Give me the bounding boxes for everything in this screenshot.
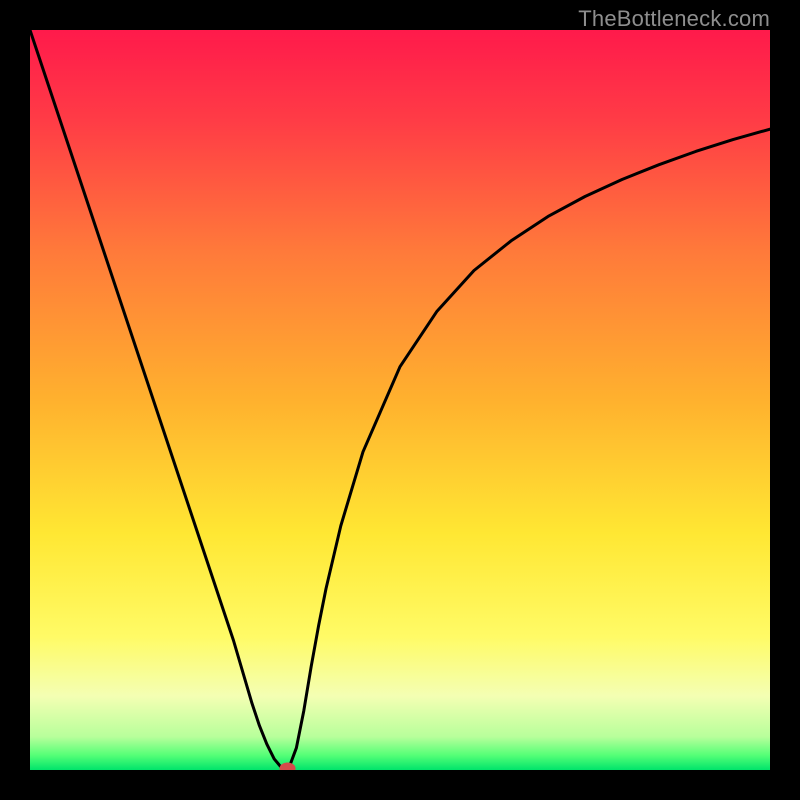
chart-frame (30, 30, 770, 770)
gradient-background (30, 30, 770, 770)
watermark-text: TheBottleneck.com (578, 6, 770, 32)
bottleneck-chart (30, 30, 770, 770)
